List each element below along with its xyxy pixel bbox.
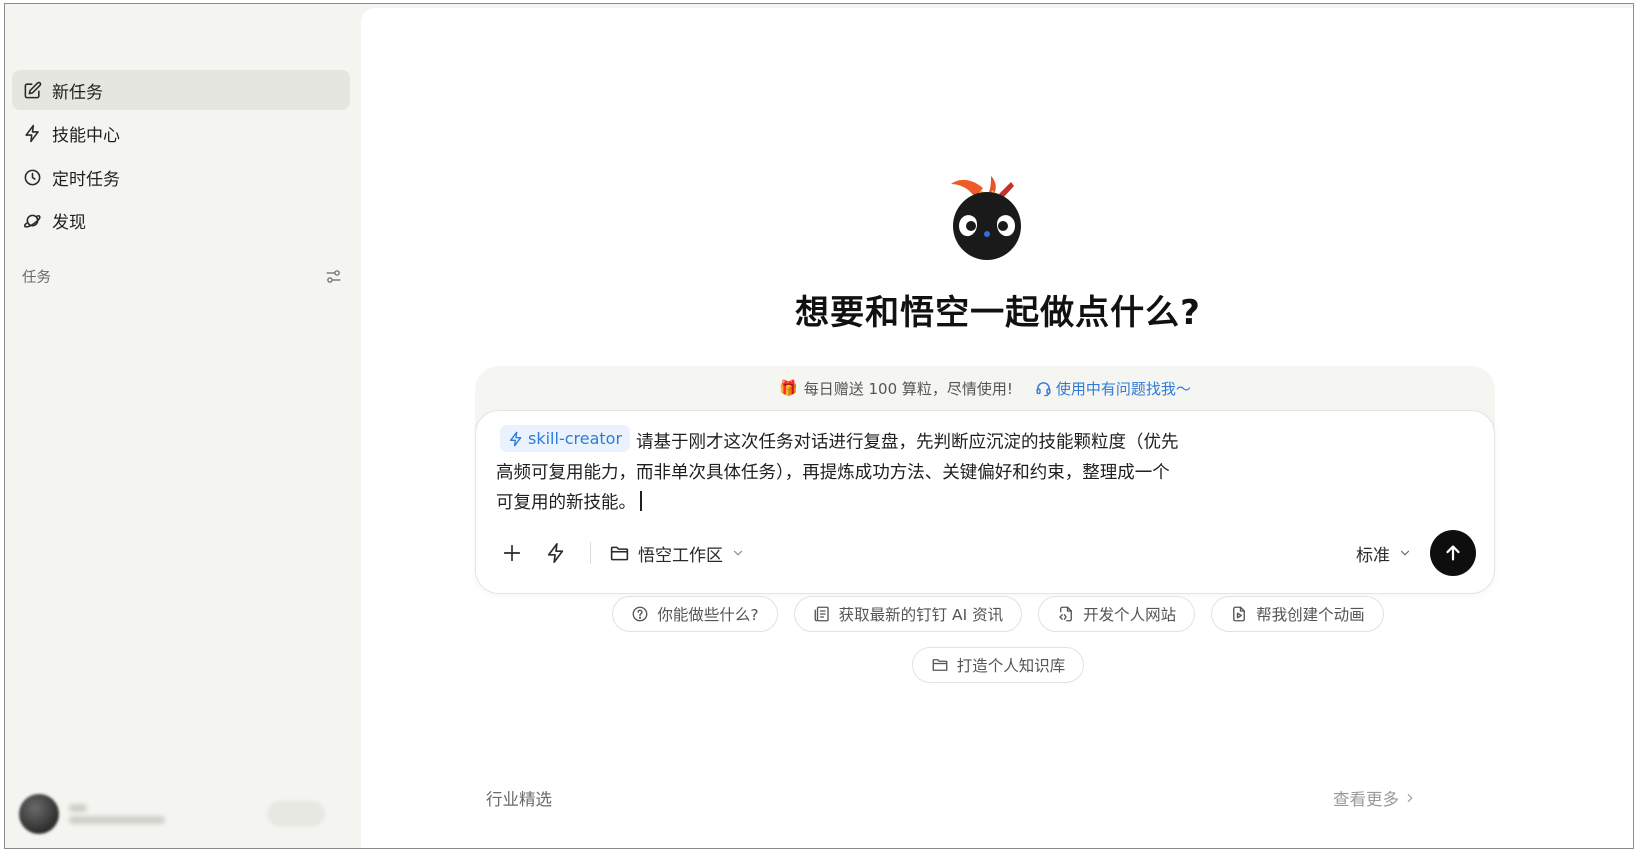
workspace-selector[interactable]: 悟空工作区 xyxy=(609,535,745,571)
edit-icon xyxy=(22,80,42,100)
suggestion-row: 打造个人知识库 xyxy=(361,647,1633,683)
folder-icon xyxy=(931,656,949,674)
tasks-section-title: 任务 xyxy=(22,269,51,286)
promo-text: 每日赠送 100 算粒，尽情使用! xyxy=(803,379,1013,398)
arrow-up-icon xyxy=(1446,545,1460,561)
sidebar-item-discover[interactable]: 发现 xyxy=(12,201,350,241)
suggestion-label: 获取最新的钉钉 AI 资讯 xyxy=(838,606,1004,624)
sidebar-item-label: 新任务 xyxy=(52,82,103,103)
prompt-input[interactable]: skill-creator 请基于刚才这次任务对话进行复盘，先判断应沉淀的技能颗… xyxy=(496,425,1186,518)
sidebar-item-scheduled-tasks[interactable]: 定时任务 xyxy=(12,157,350,197)
suggestion-chip[interactable]: 开发个人网站 xyxy=(1038,596,1196,632)
video-file-icon xyxy=(1230,605,1248,623)
suggestion-row: 你能做些什么? 获取最新的钉钉 AI 资讯 开发个人网站 帮我创建个动画 xyxy=(361,596,1633,632)
suggestion-label: 打造个人知识库 xyxy=(956,657,1066,675)
mode-selector[interactable]: 标准 xyxy=(1356,541,1412,566)
sidebar-item-label: 技能中心 xyxy=(52,126,120,146)
add-attachment-button[interactable] xyxy=(494,535,530,571)
suggestion-chip[interactable]: 你能做些什么? xyxy=(612,596,778,632)
suggestion-label: 你能做些什么? xyxy=(657,606,759,624)
app-window: 新任务 技能中心 定时任务 发现 任务 想要和悟空一起做点什么? 🎁 每日赠送 … xyxy=(4,3,1634,849)
question-circle-icon xyxy=(631,605,649,623)
wukong-logo-icon xyxy=(941,168,1033,260)
news-icon xyxy=(813,605,831,623)
promo-banner: 🎁 每日赠送 100 算粒，尽情使用! 使用中有问题找我～ xyxy=(475,376,1495,400)
skill-chip[interactable]: skill-creator xyxy=(500,425,631,452)
mode-label: 标准 xyxy=(1356,545,1390,566)
text-cursor xyxy=(640,490,642,511)
sidebar-item-skill-center[interactable]: 技能中心 xyxy=(12,114,350,154)
user-info-blurred xyxy=(69,800,165,828)
sidebar-item-label: 发现 xyxy=(52,213,86,233)
user-profile[interactable] xyxy=(19,792,345,836)
help-link-label: 使用中有问题找我～ xyxy=(1055,379,1191,398)
suggestion-chip[interactable]: 打造个人知识库 xyxy=(911,647,1085,683)
suggestion-chip[interactable]: 获取最新的钉钉 AI 资讯 xyxy=(793,596,1023,632)
clock-icon xyxy=(22,167,42,187)
suggestion-label: 开发个人网站 xyxy=(1083,606,1177,624)
workspace-label: 悟空工作区 xyxy=(638,545,723,566)
suggestion-chip[interactable]: 帮我创建个动画 xyxy=(1211,596,1384,632)
chat-composer: skill-creator 请基于刚才这次任务对话进行复盘，先判断应沉淀的技能颗… xyxy=(475,410,1495,594)
sidebar: 新任务 技能中心 定时任务 发现 任务 xyxy=(5,4,361,848)
sidebar-nav: 新任务 技能中心 定时任务 发现 xyxy=(12,70,350,244)
section-title: 行业精选 xyxy=(486,790,552,809)
headset-icon xyxy=(1035,380,1052,397)
skill-chip-label: skill-creator xyxy=(528,428,623,448)
composer-container: 🎁 每日赠送 100 算粒，尽情使用! 使用中有问题找我～ skill-crea… xyxy=(475,366,1495,594)
toolbar-divider xyxy=(590,542,591,564)
filter-settings-icon[interactable] xyxy=(322,265,344,287)
lightning-icon xyxy=(22,124,42,144)
chevron-down-icon xyxy=(1398,546,1412,560)
user-badge-blurred xyxy=(267,801,325,827)
planet-icon xyxy=(22,211,42,231)
plus-icon xyxy=(503,544,521,562)
skill-button[interactable] xyxy=(538,535,574,571)
chevron-right-icon xyxy=(1403,791,1417,805)
help-link[interactable]: 使用中有问题找我～ xyxy=(1035,378,1191,399)
lightning-icon xyxy=(508,431,524,447)
see-more-label: 查看更多 xyxy=(1333,790,1399,809)
sidebar-item-new-task[interactable]: 新任务 xyxy=(12,70,350,110)
chevron-down-icon xyxy=(731,546,745,560)
lightning-icon xyxy=(547,543,564,563)
page-title: 想要和悟空一起做点什么? xyxy=(795,293,1201,333)
code-file-icon xyxy=(1057,605,1075,623)
suggestion-label: 帮我创建个动画 xyxy=(1256,606,1365,624)
gift-icon: 🎁 xyxy=(779,379,798,397)
avatar xyxy=(19,794,59,834)
send-button[interactable] xyxy=(1430,530,1476,576)
composer-toolbar: 悟空工作区 标准 xyxy=(494,530,1476,576)
see-more-link[interactable]: 查看更多 xyxy=(1333,786,1417,810)
sidebar-item-label: 定时任务 xyxy=(52,169,120,190)
folder-icon xyxy=(609,543,630,564)
main-panel: 想要和悟空一起做点什么? 🎁 每日赠送 100 算粒，尽情使用! 使用中有问题找… xyxy=(361,8,1633,848)
tasks-section-header: 任务 xyxy=(22,266,344,286)
